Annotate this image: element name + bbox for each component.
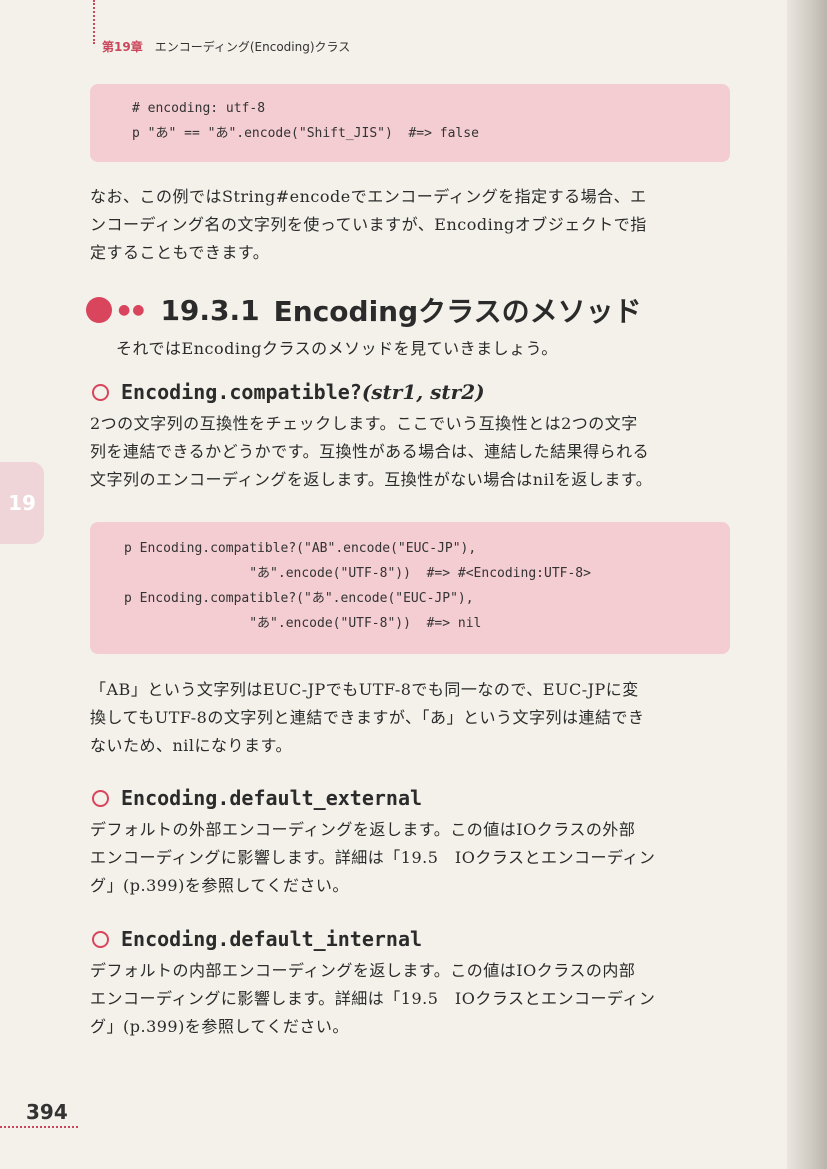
circle-bullet-icon — [92, 789, 109, 807]
text-line: 列を連結できるかどうかです。互換性がある場合は、連結した結果得られる — [90, 442, 650, 461]
text-line: ンコーディング名の文字列を使っていますが、Encodingオブジェクトで指 — [90, 215, 647, 234]
dotted-rule-top — [93, 0, 95, 44]
text-line: それではEncodingクラスのメソッドを見ていきましょう。 — [116, 339, 558, 358]
section-dots-icon: ●● — [118, 302, 147, 318]
section-bullet-icon — [86, 297, 112, 323]
section-title: Encodingクラスのメソッド — [273, 295, 642, 328]
paragraph-2: 「AB」という文字列はEUC-JPでもUTF-8でも同一なので、EUC-JPに変… — [90, 676, 730, 760]
text-line: エンコーディングに影響します。詳細は「19.5 IOクラスとエンコーディン — [90, 989, 656, 1008]
dotted-rule-bottom — [0, 1126, 78, 1128]
method-2-description: デフォルトの外部エンコーディングを返します。この値はIOクラスの外部 エンコーデ… — [90, 816, 730, 900]
method-name: Encoding.compatible? — [121, 380, 362, 404]
page-number: 394 — [26, 1100, 68, 1124]
text-line: 「AB」という文字列はEUC-JPでもUTF-8でも同一なので、EUC-JPに変 — [90, 680, 639, 699]
method-name: Encoding.default_external — [121, 786, 423, 810]
text-line: グ」(p.399)を参照してください。 — [90, 876, 349, 895]
text-line: デフォルトの内部エンコーディングを返します。この値はIOクラスの内部 — [90, 961, 636, 980]
method-name: Encoding.default_internal — [121, 927, 423, 951]
running-head: 第19章 エンコーディング(Encoding)クラス — [102, 38, 350, 55]
chapter-label: 第19章 — [102, 40, 143, 54]
section-heading: ●● 19.3.1 Encodingクラスのメソッド — [86, 290, 642, 330]
chapter-title: エンコーディング(Encoding)クラス — [154, 40, 351, 54]
code-line: p Encoding.compatible?("あ".encode("EUC-J… — [124, 591, 474, 606]
text-line: 文字列のエンコーディングを返します。互換性がない場合はnilを返します。 — [90, 470, 653, 489]
method-args: (str1, str2) — [361, 380, 485, 404]
code-line: "あ".encode("UTF-8")) #=> #<Encoding:UTF-… — [124, 566, 591, 581]
text-line: 定することもできます。 — [90, 243, 270, 262]
code-line: p "あ" == "あ".encode("Shift_JIS") #=> fal… — [132, 126, 479, 141]
text-line: 2つの文字列の互換性をチェックします。ここでいう互換性とは2つの文字 — [90, 414, 638, 433]
page-edge — [787, 0, 827, 1169]
text-line: エンコーディングに影響します。詳細は「19.5 IOクラスとエンコーディン — [90, 848, 656, 867]
section-number: 19.3.1 — [160, 293, 260, 327]
code-line: # encoding: utf-8 — [132, 101, 266, 116]
code-line: p Encoding.compatible?("AB".encode("EUC-… — [124, 541, 477, 556]
method-1-description: 2つの文字列の互換性をチェックします。ここでいう互換性とは2つの文字 列を連結で… — [90, 410, 730, 494]
method-3-description: デフォルトの内部エンコーディングを返します。この値はIOクラスの内部 エンコーデ… — [90, 957, 730, 1041]
text-line: グ」(p.399)を参照してください。 — [90, 1017, 349, 1036]
chapter-side-tab: 19 — [0, 462, 44, 544]
text-line: 換してもUTF-8の文字列と連結できますが、「あ」という文字列は連結でき — [90, 708, 645, 727]
section-intro: それではEncodingクラスのメソッドを見ていきましょう。 — [116, 335, 726, 363]
method-heading-default-external: Encoding.default_external — [92, 786, 422, 810]
circle-bullet-icon — [92, 383, 109, 401]
text-line: なお、この例ではString#encodeでエンコーディングを指定する場合、エ — [90, 187, 647, 206]
code-block-1: # encoding: utf-8 p "あ" == "あ".encode("S… — [90, 84, 730, 162]
paragraph-1: なお、この例ではString#encodeでエンコーディングを指定する場合、エ … — [90, 183, 730, 267]
circle-bullet-icon — [92, 930, 109, 948]
text-line: ないため、nilになります。 — [90, 736, 292, 755]
method-heading-compatible: Encoding.compatible? (str1, str2) — [92, 380, 485, 404]
code-block-2: p Encoding.compatible?("AB".encode("EUC-… — [90, 522, 730, 654]
text-line: デフォルトの外部エンコーディングを返します。この値はIOクラスの外部 — [90, 820, 636, 839]
method-heading-default-internal: Encoding.default_internal — [92, 927, 422, 951]
code-line: "あ".encode("UTF-8")) #=> nil — [124, 616, 482, 631]
